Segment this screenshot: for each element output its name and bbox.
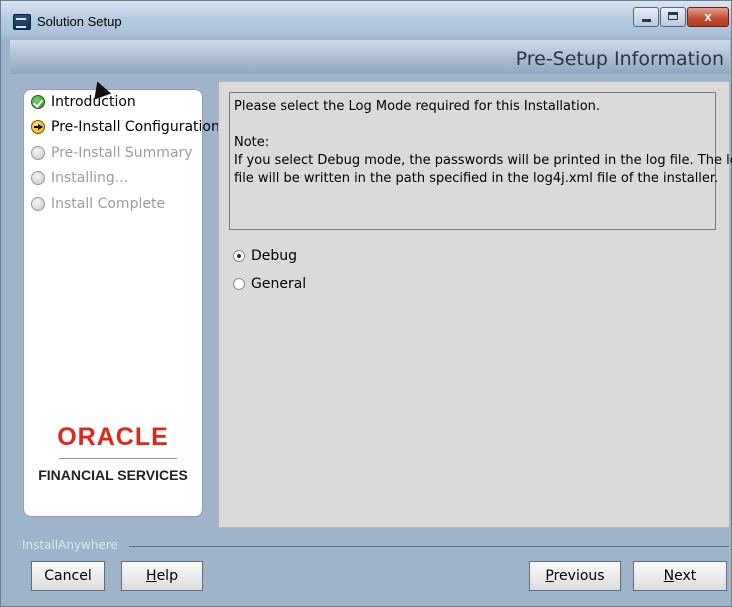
cancel-button-label: Cancel	[44, 568, 92, 584]
oracle-logo: ORACLE FINANCIAL SERVICES	[23, 423, 203, 483]
close-button[interactable]: x	[687, 7, 729, 27]
radio-label[interactable]: General	[251, 276, 306, 292]
step-pending-icon	[31, 171, 45, 185]
title-bar: Solution Setup x	[1, 1, 731, 37]
next-mnemonic: N	[663, 568, 675, 584]
help-button-label: elp	[156, 568, 178, 584]
step-label: Install Complete	[51, 196, 166, 212]
radio-label[interactable]: Debug	[251, 248, 297, 264]
step-complete-icon	[31, 95, 45, 109]
step-pending-icon	[31, 197, 45, 211]
page-title: Pre-Setup Information	[515, 48, 724, 70]
note-text-line-1: If you select Debug mode, the passwords …	[234, 153, 732, 168]
previous-button[interactable]: Previous	[529, 561, 621, 591]
radio-unselected-icon[interactable]	[233, 278, 245, 290]
logo-divider	[59, 458, 177, 459]
close-icon: x	[704, 9, 712, 24]
cancel-button[interactable]: Cancel	[31, 561, 105, 591]
footer-divider	[129, 546, 729, 547]
maximize-button[interactable]	[660, 7, 686, 27]
page-header: Pre-Setup Information	[10, 40, 730, 74]
step-current-arrow-icon	[31, 120, 45, 134]
vendor-label: InstallAnywhere	[22, 538, 118, 552]
step-label: Pre-Install Summary	[51, 145, 193, 161]
note-text-line-2: file will be written in the path specifi…	[234, 171, 719, 186]
step-label: Pre-Install Configuration	[51, 119, 220, 135]
step-pending-icon	[31, 146, 45, 160]
previous-button-label: revious	[553, 568, 605, 584]
note-label: Note:	[234, 135, 270, 150]
instruction-text: Please select the Log Mode required for …	[234, 99, 601, 114]
application-icon	[13, 14, 31, 30]
help-button[interactable]: Help	[121, 561, 203, 591]
window-title: Solution Setup	[37, 14, 122, 29]
logo-brand: ORACLE	[57, 423, 169, 451]
info-box: Please select the Log Mode required for …	[229, 92, 732, 230]
minimize-button[interactable]	[633, 7, 659, 27]
radio-selected-icon[interactable]	[233, 250, 245, 262]
logo-tagline: FINANCIAL SERVICES	[38, 467, 188, 483]
next-button-label: ext	[674, 568, 697, 584]
step-label: Installing...	[51, 170, 129, 186]
help-mnemonic: H	[146, 568, 157, 584]
previous-mnemonic: P	[545, 568, 554, 584]
installer-window: Solution Setup x Pre-Setup Information I…	[0, 0, 732, 607]
next-button[interactable]: Next	[633, 561, 727, 591]
